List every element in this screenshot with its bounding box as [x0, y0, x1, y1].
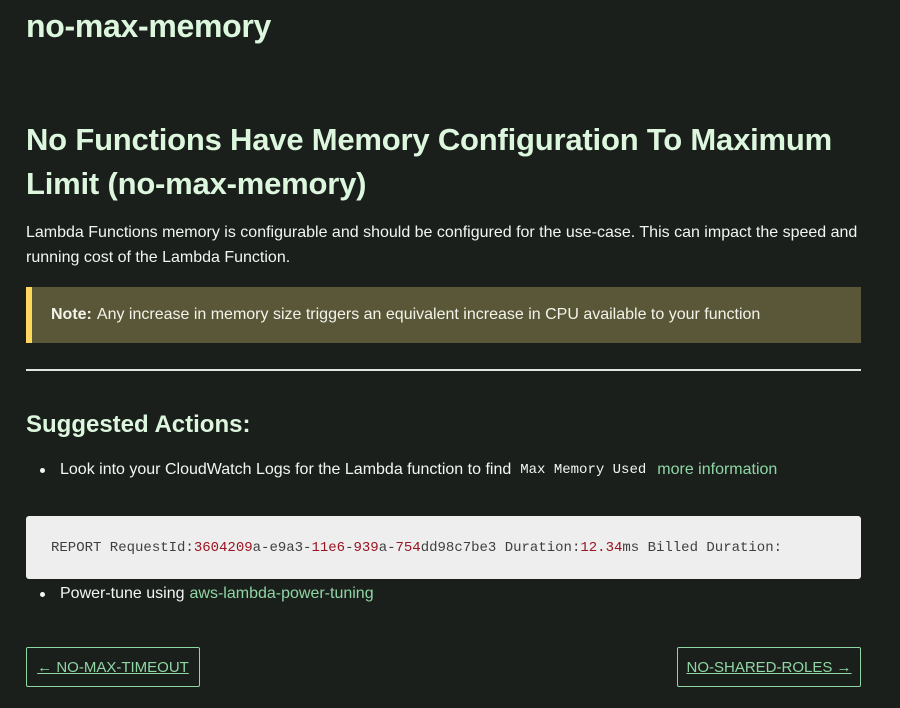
suggested-actions-heading: Suggested Actions: — [26, 411, 251, 438]
power-tuning-link[interactable]: aws-lambda-power-tuning — [190, 585, 374, 603]
more-information-link[interactable]: more information — [657, 461, 777, 479]
code-token-number: 754 — [395, 539, 421, 556]
code-token: dd98c7be3 Duration: — [420, 539, 581, 556]
action-item-power-tune: Power-tune using aws-lambda-power-tuning — [40, 585, 374, 603]
action-item-text: Look into your CloudWatch Logs for the L… — [60, 461, 512, 478]
page-title: No Functions Have Memory Configuration T… — [26, 122, 833, 201]
code-token-number: 939 — [353, 539, 379, 556]
action-item-text: Power-tune using — [60, 585, 185, 602]
previous-rule-button[interactable]: ← NO-MAX-TIMEOUT — [26, 647, 200, 687]
code-token: REPORT RequestId: — [51, 539, 194, 556]
code-token: a-e9a3- — [252, 539, 312, 556]
code-token: a- — [378, 539, 396, 556]
section-divider — [26, 369, 861, 371]
code-token-number: 3604209 — [193, 539, 253, 556]
bullet-dot-icon — [40, 591, 45, 597]
note-text: Any increase in memory size triggers an … — [96, 306, 761, 323]
inline-code-max-memory: Max Memory Used — [520, 462, 647, 478]
code-block-report: REPORT RequestId: 3604209 a-e9a3- 11e6-939… — [26, 516, 861, 579]
note-label: Note: — [51, 306, 92, 323]
code-token: - — [345, 539, 354, 556]
code-token-number: 11e6 — [311, 539, 346, 556]
code-token: ms Billed Duration: — [622, 539, 783, 556]
note-callout: Note: Any increase in memory size trigge… — [26, 287, 861, 343]
action-item-cloudwatch: Look into your CloudWatch Logs for the L… — [40, 461, 777, 479]
site-title: no-max-memory — [26, 8, 272, 44]
bullet-dot-icon — [40, 467, 45, 473]
next-rule-button[interactable]: NO-SHARED-ROLES → — [677, 647, 861, 687]
rule-description: Lambda Functions memory is configurable … — [26, 224, 858, 266]
code-token-number: 12.34 — [580, 539, 623, 556]
